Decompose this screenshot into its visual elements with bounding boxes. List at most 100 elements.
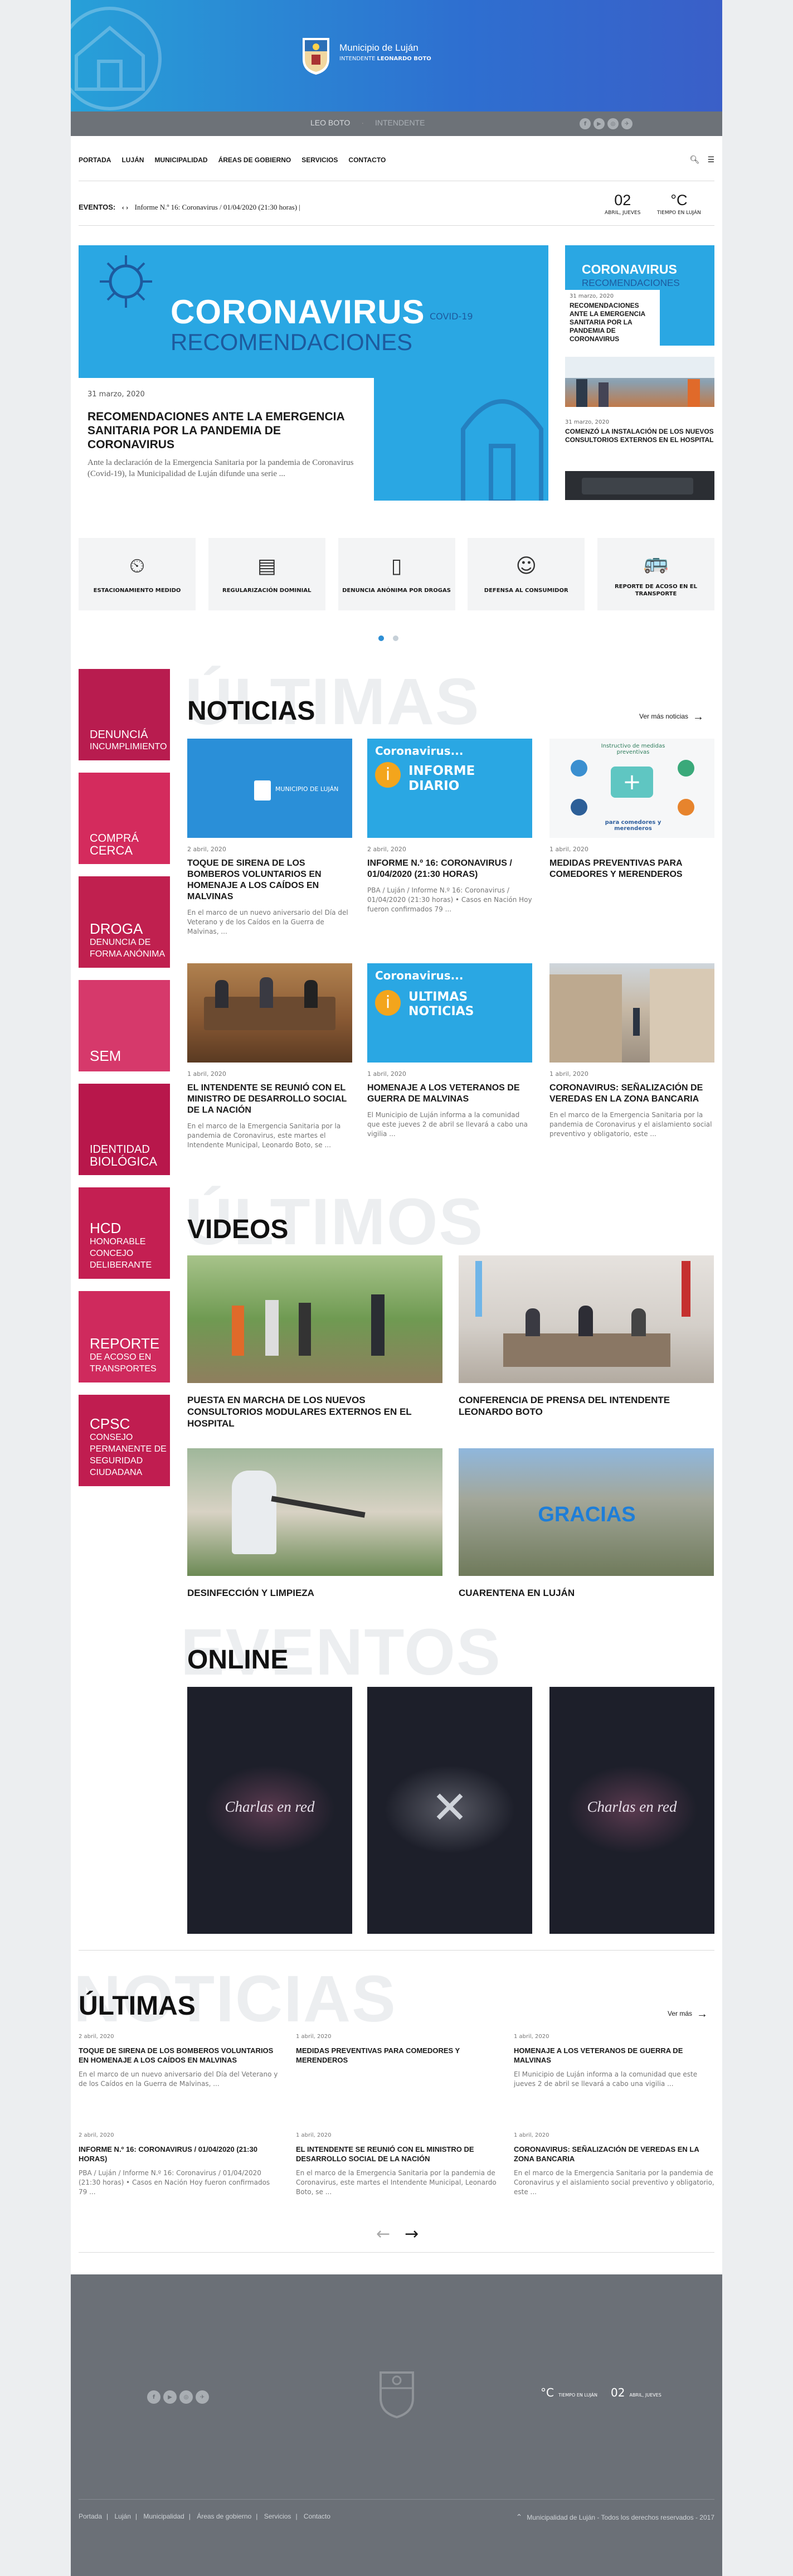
footer-link-servicios[interactable]: Servicios [264, 2512, 291, 2520]
video-title[interactable]: CUARENTENA EN LUJÁN [459, 1587, 714, 1599]
list-title[interactable]: HOMENAJE A LOS VETERANOS DE GUERRA DE MA… [514, 2046, 714, 2065]
tile-droga[interactable]: DROGA DENUNCIA DE FORMA ANÓNIMA [79, 876, 170, 968]
more-news-link[interactable]: Ver más noticias → [639, 711, 704, 724]
facebook-icon[interactable]: f [147, 2390, 160, 2404]
list-item[interactable]: 1 abril, 2020 MEDIDAS PREVENTIVAS PARA C… [296, 2034, 497, 2070]
nav-item-lujan[interactable]: LUJÁN [121, 156, 144, 164]
municipio-logo-icon[interactable] [299, 35, 333, 77]
side-news-title[interactable]: RECOMENDACIONES ANTE LA EMERGENCIA SANIT… [570, 302, 655, 343]
instagram-icon[interactable]: ◎ [607, 118, 619, 129]
news-image[interactable]: Instructivo de medidas preventivas + par… [549, 739, 714, 838]
video-card[interactable]: CONFERENCIA DE PRENSA DEL INTENDENTE LEO… [459, 1255, 714, 1418]
list-title[interactable]: MEDIDAS PREVENTIVAS PARA COMEDORES Y MER… [296, 2046, 497, 2065]
telegram-icon[interactable]: ✈ [621, 118, 633, 129]
events-text[interactable]: Informe N.º 16: Coronavirus / 01/04/2020… [135, 203, 297, 211]
footer-link-municipalidad[interactable]: Municipalidad [143, 2512, 184, 2520]
tile-denuncia[interactable]: DENUNCIÁ INCUMPLIMIENTO [79, 669, 170, 760]
list-item[interactable]: 2 abril, 2020 INFORME N.º 16: CORONAVIRU… [79, 2132, 279, 2197]
news-title[interactable]: HOMENAJE A LOS VETERANOS DE GUERRA DE MA… [367, 1083, 532, 1105]
news-card[interactable]: MUNICIPIO DE LUJÁN 2 abril, 2020 TOQUE D… [187, 739, 352, 937]
nav-item-contacto[interactable]: CONTACTO [348, 156, 386, 164]
service-defensa-consumidor[interactable]: ☺ DEFENSA AL CONSUMIDOR [468, 538, 585, 610]
nav-item-servicios[interactable]: SERVICIOS [301, 156, 338, 164]
tile-compra-cerca[interactable]: COMPRÁ CERCA [79, 773, 170, 864]
ticker-arrows-icon[interactable]: ‹ › [121, 203, 128, 211]
news-card[interactable]: 1 abril, 2020 EL INTENDENTE SE REUNIÓ CO… [187, 963, 352, 1150]
footer-link-areas[interactable]: Áreas de gobierno [197, 2512, 251, 2520]
footer-link-lujan[interactable]: Luján [115, 2512, 131, 2520]
news-title[interactable]: INFORME N.º 16: CORONAVIRUS / 01/04/2020… [367, 858, 532, 880]
news-title[interactable]: EL INTENDENTE SE REUNIÓ CON EL MINISTRO … [187, 1083, 352, 1116]
video-title[interactable]: PUESTA EN MARCHA DE LOS NUEVOS CONSULTOR… [187, 1394, 442, 1429]
online-event-card[interactable]: Charlas en red [187, 1687, 352, 1934]
youtube-icon[interactable]: ▶ [163, 2390, 177, 2404]
brand-block[interactable]: Municipio de Luján INTENDENTE LEONARDO B… [339, 42, 431, 62]
news-card[interactable]: Coronavirus... i ULTIMAS NOTICIAS 1 abri… [367, 963, 532, 1139]
list-title[interactable]: CORONAVIRUS: SEÑALIZACIÓN DE VEREDAS EN … [514, 2145, 714, 2163]
next-arrow-icon[interactable]: → [405, 2224, 419, 2244]
list-item[interactable]: 1 abril, 2020 EL INTENDENTE SE REUNIÓ CO… [296, 2132, 497, 2197]
footer-link-contacto[interactable]: Contacto [304, 2512, 330, 2520]
telegram-icon[interactable]: ✈ [196, 2390, 209, 2404]
featured-title[interactable]: RECOMENDACIONES ANTE LA EMERGENCIA SANIT… [87, 410, 365, 452]
video-thumbnail[interactable] [459, 1255, 714, 1383]
instagram-icon[interactable]: ◎ [179, 2390, 193, 2404]
bar-name-active[interactable]: LEO BOTO [310, 118, 350, 127]
side-news-title[interactable]: COMENZÓ LA INSTALACIÓN DE LOS NUEVOS CON… [565, 428, 714, 444]
footer-link-portada[interactable]: Portada [79, 2512, 102, 2520]
news-image[interactable]: MUNICIPIO DE LUJÁN [187, 739, 352, 838]
news-title[interactable]: MEDIDAS PREVENTIVAS PARA COMEDORES Y MER… [549, 858, 714, 880]
facebook-icon[interactable]: f [580, 118, 591, 129]
prev-arrow-icon[interactable]: ← [376, 2224, 390, 2244]
news-card[interactable]: Instructivo de medidas preventivas + par… [549, 739, 714, 886]
list-title[interactable]: TOQUE DE SIRENA DE LOS BOMBEROS VOLUNTAR… [79, 2046, 279, 2065]
video-thumbnail[interactable] [187, 1255, 442, 1383]
video-card[interactable]: DESINFECCIÓN Y LIMPIEZA [187, 1448, 442, 1599]
news-title[interactable]: CORONAVIRUS: SEÑALIZACIÓN DE VEREDAS EN … [549, 1083, 714, 1105]
tile-reporte[interactable]: REPORTE DE ACOSO EN TRANSPORTES [79, 1291, 170, 1382]
youtube-icon[interactable]: ▶ [593, 118, 605, 129]
carousel-dot[interactable] [393, 635, 398, 641]
tile-sem[interactable]: SEM [79, 980, 170, 1071]
news-image[interactable] [187, 963, 352, 1063]
service-denuncia-drogas[interactable]: ▯ DENUNCIA ANÓNIMA POR DROGAS [338, 538, 455, 610]
news-image[interactable]: Coronavirus... i INFORME DIARIO [367, 739, 532, 838]
side-news-thumb-3[interactable] [565, 471, 714, 500]
tile-hcd[interactable]: HCD HONORABLE CONCEJO DELIBERANTE [79, 1187, 170, 1279]
featured-article[interactable]: CORONAVIRUS RECOMENDACIONES COVID-19 31 … [79, 245, 548, 501]
nav-item-portada[interactable]: PORTADA [79, 156, 111, 164]
search-icon[interactable]: 🔍︎ [690, 156, 700, 164]
news-image[interactable] [549, 963, 714, 1063]
video-title[interactable]: DESINFECCIÓN Y LIMPIEZA [187, 1587, 442, 1599]
bar-name-role[interactable]: INTENDENTE [375, 118, 425, 127]
list-title[interactable]: INFORME N.º 16: CORONAVIRUS / 01/04/2020… [79, 2145, 279, 2163]
news-title[interactable]: TOQUE DE SIRENA DE LOS BOMBEROS VOLUNTAR… [187, 858, 352, 903]
video-card[interactable]: PUESTA EN MARCHA DE LOS NUEVOS CONSULTOR… [187, 1255, 442, 1429]
chevron-up-icon[interactable]: ⌃ [516, 2512, 523, 2521]
video-title[interactable]: CONFERENCIA DE PRENSA DEL INTENDENTE LEO… [459, 1394, 714, 1418]
side-news-thumb-2[interactable] [565, 357, 714, 407]
news-card[interactable]: 1 abril, 2020 CORONAVIRUS: SEÑALIZACIÓN … [549, 963, 714, 1139]
carousel-dot[interactable] [378, 635, 384, 641]
video-thumbnail[interactable] [187, 1448, 442, 1576]
list-title[interactable]: EL INTENDENTE SE REUNIÓ CON EL MINISTRO … [296, 2145, 497, 2163]
service-regularizacion[interactable]: ▤ REGULARIZACIÓN DOMINIAL [208, 538, 325, 610]
video-card[interactable]: GRACIAS CUARENTENA EN LUJÁN [459, 1448, 714, 1599]
list-item[interactable]: 1 abril, 2020 HOMENAJE A LOS VETERANOS D… [514, 2034, 714, 2089]
more-link[interactable]: Ver más → [668, 2008, 708, 2021]
side-news-thumb-1[interactable]: CORONAVIRUS RECOMENDACIONES 31 marzo, 20… [565, 245, 714, 346]
service-reporte-acoso[interactable]: 🚌 REPORTE DE ACOSO EN EL TRANSPORTE [597, 538, 714, 610]
tile-cpsc[interactable]: CPSC CONSEJO PERMANENTE DE SEGURIDAD CIUD… [79, 1395, 170, 1486]
list-item[interactable]: 2 abril, 2020 TOQUE DE SIRENA DE LOS BOM… [79, 2034, 279, 2089]
news-image[interactable]: Coronavirus... i ULTIMAS NOTICIAS [367, 963, 532, 1063]
menu-icon[interactable]: ☰ [707, 156, 714, 164]
list-item[interactable]: 1 abril, 2020 CORONAVIRUS: SEÑALIZACIÓN … [514, 2132, 714, 2197]
service-estacionamiento[interactable]: ⏲ ESTACIONAMIENTO MEDIDO [79, 538, 196, 610]
nav-item-areas[interactable]: ÁREAS DE GOBIERNO [218, 156, 291, 164]
online-event-card[interactable]: ✕ [367, 1687, 532, 1934]
nav-item-municipalidad[interactable]: MUNICIPALIDAD [154, 156, 207, 164]
tile-identidad[interactable]: IDENTIDAD BIOLÓGICA [79, 1084, 170, 1175]
video-thumbnail[interactable]: GRACIAS [459, 1448, 714, 1576]
online-event-card[interactable]: Charlas en red [549, 1687, 714, 1934]
news-card[interactable]: Coronavirus... i INFORME DIARIO 2 abril,… [367, 739, 532, 914]
